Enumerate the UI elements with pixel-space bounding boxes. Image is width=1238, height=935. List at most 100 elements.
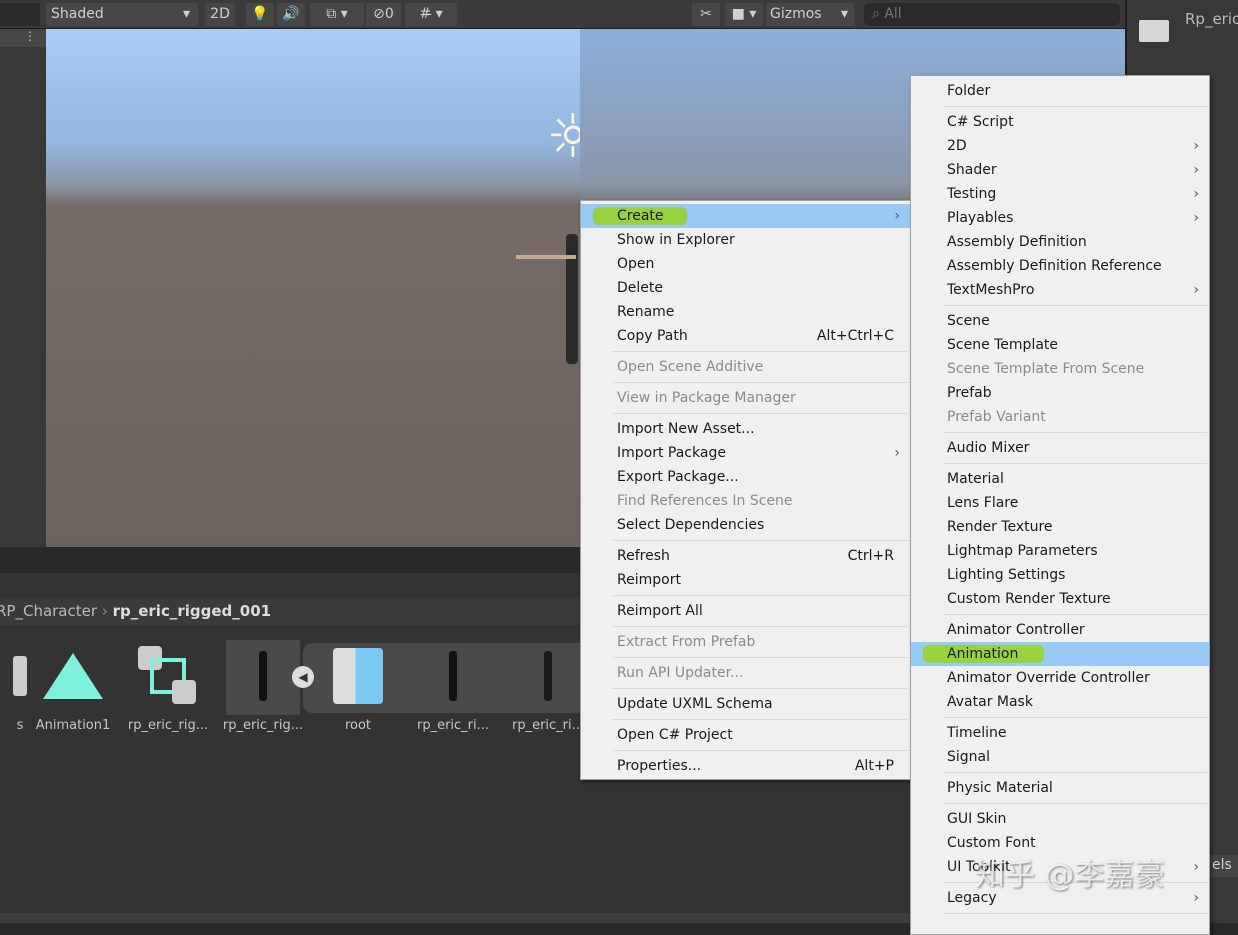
menu-item-material[interactable]: Material [911, 467, 1209, 491]
gizmos-dropdown[interactable]: Gizmos ▾ [766, 3, 854, 26]
menu-item-update-uxml-schema[interactable]: Update UXML Schema [581, 692, 910, 716]
lighting-toggle-icon[interactable]: 💡 [246, 3, 274, 26]
menu-separator [581, 716, 910, 723]
menu-item-gui-skin[interactable]: GUI Skin [911, 807, 1209, 831]
effects-dropdown-icon[interactable]: ⧉ ▾ [310, 3, 364, 26]
asset-item[interactable]: rp_eric_rig... [123, 640, 213, 733]
audio-toggle-icon[interactable]: 🔊 [277, 3, 305, 26]
menu-item-custom-render-texture[interactable]: Custom Render Texture [911, 587, 1209, 611]
menu-item-render-texture[interactable]: Render Texture [911, 515, 1209, 539]
watermark: 知乎 @李嘉豪 [975, 858, 1165, 893]
menu-item-label: Scene Template From Scene [947, 361, 1145, 377]
hidden-count: 0 [384, 6, 394, 22]
menu-item-refresh[interactable]: Refresh Ctrl+R [581, 544, 910, 568]
menu-item-open-c-project[interactable]: Open C# Project [581, 723, 910, 747]
menu-item-audio-mixer[interactable]: Audio Mixer [911, 436, 1209, 460]
left-field[interactable] [0, 3, 40, 26]
menu-item-copy-path[interactable]: Copy Path Alt+Ctrl+C [581, 324, 910, 348]
menu-item-show-in-explorer[interactable]: Show in Explorer [581, 228, 910, 252]
menu-item-lens-flare[interactable]: Lens Flare [911, 491, 1209, 515]
asset-item[interactable]: rp_eric_ri... [408, 640, 498, 733]
menu-item-lightmap-parameters[interactable]: Lightmap Parameters [911, 539, 1209, 563]
asset-label: rp_eric_rig... [222, 718, 304, 733]
shading-mode-label: Shaded [51, 6, 104, 22]
shading-mode-dropdown[interactable]: Shaded ▾ [46, 3, 198, 26]
menu-item-properties[interactable]: Properties... Alt+P [581, 754, 910, 778]
menu-item-export-package[interactable]: Export Package... [581, 465, 910, 489]
menu-item-label: Material [947, 471, 1004, 487]
menu-item-delete[interactable]: Delete [581, 276, 910, 300]
partial-icon [13, 656, 27, 696]
menu-item-animator-override-controller[interactable]: Animator Override Controller [911, 666, 1209, 690]
menu-item-label: Scene [947, 313, 990, 329]
menu-item-rename[interactable]: Rename [581, 300, 910, 324]
asset-item[interactable]: root [313, 640, 403, 733]
menu-item-label: Prefab [947, 385, 992, 401]
menu-item-assembly-definition-reference[interactable]: Assembly Definition Reference [911, 254, 1209, 278]
menu-item-timeline[interactable]: Timeline [911, 721, 1209, 745]
menu-item-label: TextMeshPro [947, 282, 1035, 298]
menu-separator [581, 654, 910, 661]
menu-item-label: Animator Controller [947, 622, 1085, 638]
menu-item-create[interactable]: Create › [581, 204, 910, 228]
shortcut-label: Alt+Ctrl+C [816, 328, 894, 344]
menu-item-shader[interactable]: Shader › [911, 158, 1209, 182]
menu-item-animator-controller[interactable]: Animator Controller [911, 618, 1209, 642]
character-model[interactable] [566, 234, 578, 364]
menu-item-label: GUI Skin [947, 811, 1007, 827]
menu-item-find-references-in-scene: Find References In Scene [581, 489, 910, 513]
menu-item-label: Extract From Prefab [617, 634, 756, 650]
menu-item-open-scene-additive: Open Scene Additive [581, 355, 910, 379]
menu-item-label: Render Texture [947, 519, 1053, 535]
menu-item-open[interactable]: Open [581, 252, 910, 276]
menu-item-2d[interactable]: 2D › [911, 134, 1209, 158]
menu-item-label: Assembly Definition [947, 234, 1087, 250]
grid-dropdown-icon[interactable]: #̶ ▾ [405, 3, 457, 26]
search-icon: ⌕ [872, 6, 880, 22]
search-placeholder: All [884, 6, 902, 22]
hidden-objects-button[interactable]: ⊘0 [366, 3, 401, 26]
menu-item-physic-material[interactable]: Physic Material [911, 776, 1209, 800]
toggle-2d-button[interactable]: 2D [205, 3, 235, 26]
menu-item-select-dependencies[interactable]: Select Dependencies [581, 513, 910, 537]
menu-item-c-script[interactable]: C# Script [911, 110, 1209, 134]
directional-light-icon[interactable]: ☼ [546, 107, 580, 167]
menu-item-reimport[interactable]: Reimport [581, 568, 910, 592]
menu-item-label: Physic Material [947, 780, 1053, 796]
menu-item-import-package[interactable]: Import Package › [581, 441, 910, 465]
menu-item-scene[interactable]: Scene [911, 309, 1209, 333]
breadcrumb-current[interactable]: rp_eric_rigged_001 [113, 602, 271, 620]
menu-item-testing[interactable]: Testing › [911, 182, 1209, 206]
asset-item[interactable]: Animation1 [28, 640, 118, 733]
menu-item-import-new-asset[interactable]: Import New Asset... [581, 417, 910, 441]
menu-item-label: Open Scene Additive [617, 359, 764, 375]
camera-dropdown-icon[interactable]: ■ ▾ [725, 3, 763, 26]
menu-item-textmeshpro[interactable]: TextMeshPro › [911, 278, 1209, 302]
menu-separator [581, 623, 910, 630]
menu-item-assembly-definition[interactable]: Assembly Definition [911, 230, 1209, 254]
menu-item-lighting-settings[interactable]: Lighting Settings [911, 563, 1209, 587]
menu-item-folder[interactable]: Folder [911, 79, 1209, 103]
breadcrumb-item[interactable]: RP_Character [0, 602, 97, 620]
menu-item-reimport-all[interactable]: Reimport All [581, 599, 910, 623]
menu-item-playables[interactable]: Playables › [911, 206, 1209, 230]
menu-item-label: Lightmap Parameters [947, 543, 1098, 559]
menu-item-scene-template[interactable]: Scene Template [911, 333, 1209, 357]
more-options-icon[interactable]: ⋮ [0, 29, 46, 47]
search-input[interactable]: ⌕ All [864, 3, 1120, 26]
asset-label: Animation1 [35, 718, 111, 733]
menu-item-prefab[interactable]: Prefab [911, 381, 1209, 405]
menu-item-label: Signal [947, 749, 991, 765]
menu-item-animation[interactable]: Animation [911, 642, 1209, 666]
menu-item-extract-from-prefab: Extract From Prefab [581, 630, 910, 654]
menu-item-label: Lighting Settings [947, 567, 1066, 583]
asset-item[interactable]: rp_eric_rig... [218, 640, 308, 733]
menu-separator [911, 302, 1209, 309]
menu-item-label: Update UXML Schema [617, 696, 773, 712]
tools-icon[interactable]: ✂ [692, 3, 720, 26]
menu-item-avatar-mask[interactable]: Avatar Mask [911, 690, 1209, 714]
menu-item-signal[interactable]: Signal [911, 745, 1209, 769]
submenu-arrow-icon: › [894, 208, 900, 224]
menu-separator [911, 429, 1209, 436]
scene-view[interactable]: ☼ [46, 29, 580, 547]
